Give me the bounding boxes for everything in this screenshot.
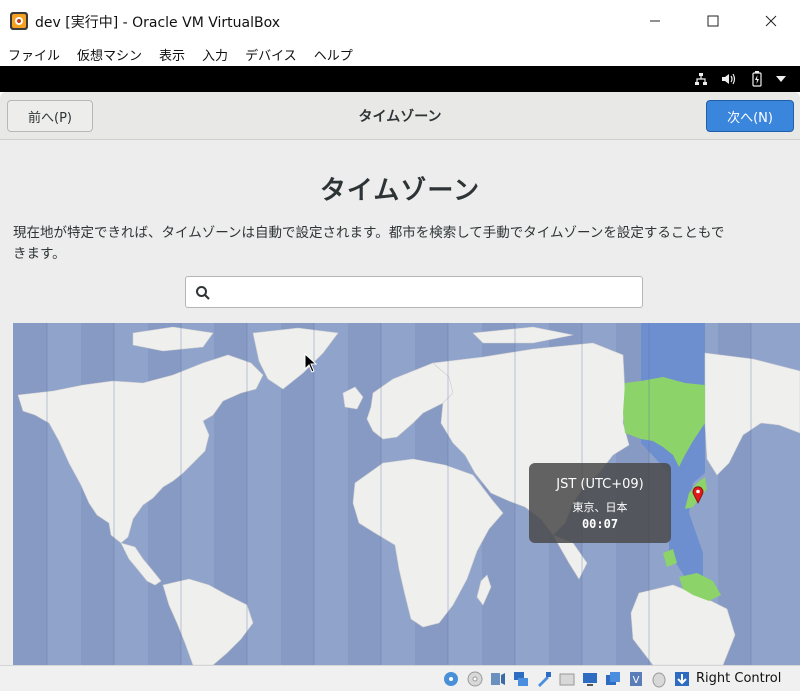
svg-text:V: V (633, 675, 640, 686)
video-capture-icon[interactable] (604, 670, 622, 688)
network-icon[interactable] (693, 70, 709, 88)
mouse-pointer-icon (304, 352, 318, 373)
header-title: タイムゾーン (358, 109, 442, 125)
timezone-map[interactable]: JST (UTC+09) 東京、日本 00:07 (13, 323, 800, 665)
timezone-local-time: 00:07 (581, 517, 619, 531)
close-icon (765, 15, 777, 27)
display-icon[interactable] (581, 670, 599, 688)
menu-file[interactable]: ファイル (8, 45, 60, 64)
menu-view[interactable]: 表示 (159, 45, 185, 64)
minimize-button[interactable] (632, 6, 678, 36)
close-button[interactable] (748, 6, 794, 36)
menu-bar: ファイル 仮想マシン 表示 入力 デバイス ヘルプ (0, 42, 800, 66)
timezone-location: 東京、日本 (572, 501, 628, 514)
disk-icon[interactable] (442, 670, 460, 688)
timezone-popup: JST (UTC+09) 東京、日本 00:07 (529, 463, 671, 543)
window-title: dev [実行中] - Oracle VM VirtualBox (35, 15, 280, 31)
menu-arrow-icon[interactable] (774, 70, 788, 88)
menu-help[interactable]: ヘルプ (314, 45, 353, 64)
host-key-label: Right Control (696, 671, 782, 686)
audio-icon[interactable] (489, 670, 507, 688)
maximize-button[interactable] (690, 6, 736, 36)
virtualbox-app-icon (9, 11, 29, 31)
description-line: きます。 (13, 246, 66, 262)
keyboard-capture-icon[interactable] (673, 670, 691, 688)
timezone-abbreviation: JST (UTC+09) (556, 477, 644, 492)
timezone-page: タイムゾーン 現在地が特定できれば、タイムゾーンは自動で設定されます。都市を検索… (0, 140, 800, 665)
description-line: 現在地が特定できれば、タイムゾーンは自動で設定されます。都市を検索して手動でタイ… (13, 225, 725, 241)
menu-machine[interactable]: 仮想マシン (77, 45, 142, 64)
search-box[interactable] (185, 276, 643, 308)
page-description: 現在地が特定できれば、タイムゾーンは自動で設定されます。都市を検索して手動でタイ… (13, 223, 800, 265)
battery-icon[interactable] (750, 70, 764, 88)
menu-devices[interactable]: デバイス (245, 45, 297, 64)
cpu-icon[interactable]: V (627, 670, 645, 688)
city-search-input[interactable] (218, 281, 636, 305)
installer-header: 前へ(P) タイムゾーン 次へ(N) (0, 92, 800, 140)
optical-drive-icon[interactable] (466, 670, 484, 688)
location-pin-icon[interactable] (692, 486, 704, 504)
guest-top-bar (0, 66, 800, 92)
network-adapter-icon[interactable] (512, 670, 530, 688)
maximize-icon (707, 15, 719, 27)
volume-icon[interactable] (720, 70, 738, 88)
window-titlebar: dev [実行中] - Oracle VM VirtualBox (0, 0, 800, 42)
page-title: タイムゾーン (319, 176, 481, 206)
search-icon (195, 285, 211, 301)
mouse-integration-icon[interactable] (650, 670, 668, 688)
shared-folder-icon[interactable] (558, 670, 576, 688)
minimize-icon (650, 20, 660, 22)
status-bar: V Right Control (0, 665, 800, 691)
next-button[interactable]: 次へ(N) (706, 100, 794, 132)
usb-icon[interactable] (535, 670, 553, 688)
menu-input[interactable]: 入力 (202, 45, 228, 64)
